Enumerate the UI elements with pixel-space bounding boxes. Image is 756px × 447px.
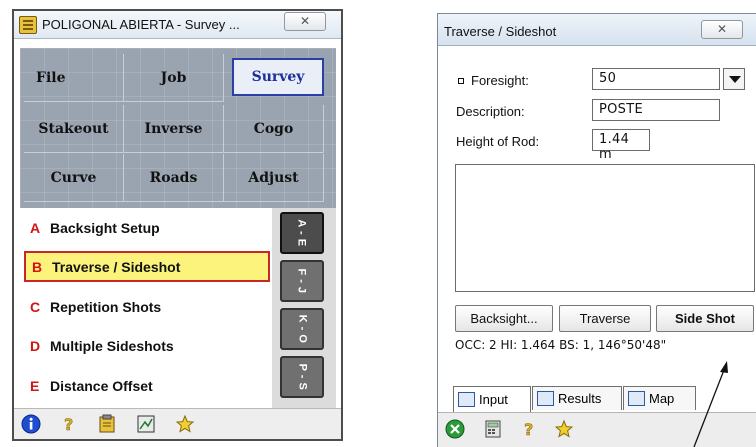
help-icon[interactable]: ? — [59, 414, 79, 434]
list-item-label: Backsight Setup — [50, 219, 160, 236]
tab-map-label: Map — [649, 391, 675, 406]
calculator-icon[interactable] — [483, 419, 503, 439]
traverse-button[interactable]: Traverse — [559, 305, 651, 332]
window-title: Traverse / Sideshot — [444, 24, 557, 39]
menu-curve-button[interactable]: Curve — [24, 154, 124, 202]
list-item-letter: D — [30, 337, 41, 354]
tab-f-j[interactable]: F - J — [280, 260, 324, 302]
tab-a-e[interactable]: A - E — [280, 212, 324, 254]
description-label: Description: — [456, 104, 525, 119]
height-of-rod-label: Height of Rod: — [456, 134, 540, 149]
tab-results-label: Results — [558, 391, 602, 406]
backsight-button[interactable]: Backsight... — [455, 305, 553, 332]
list-item-letter: B — [32, 258, 43, 275]
tab-label: A - E — [296, 219, 308, 247]
map-tab-icon — [628, 391, 645, 406]
menu-roads-button[interactable]: Roads — [124, 154, 224, 202]
clipboard-icon[interactable] — [97, 414, 117, 434]
menu-survey-button[interactable]: Survey — [232, 58, 324, 96]
tab-label: F - J — [296, 268, 308, 294]
ok-icon[interactable] — [445, 419, 465, 439]
tab-results[interactable]: Results — [532, 386, 622, 410]
foresight-label: Foresight: — [471, 73, 529, 88]
list-item-distance-offset[interactable]: E Distance Offset — [24, 370, 270, 401]
list-item-label: Distance Offset — [50, 377, 153, 394]
tab-input[interactable]: Input — [453, 386, 531, 412]
bottom-toolbar: ? — [438, 412, 756, 447]
close-button[interactable]: ✕ — [284, 12, 326, 31]
main-menu-grid: File Job Survey Stakeout Inverse Cogo Cu… — [20, 48, 336, 208]
tab-p-s[interactable]: P - S — [280, 356, 324, 398]
notes-area[interactable] — [455, 164, 755, 292]
window-title: POLIGONAL ABIERTA - Survey ... — [42, 17, 240, 32]
foresight-input[interactable]: 50 — [592, 68, 720, 90]
menu-inverse-button[interactable]: Inverse — [124, 105, 224, 153]
list-item-label: Repetition Shots — [50, 298, 162, 315]
app-icon — [19, 16, 37, 34]
list-item-multiple-sideshots[interactable]: D Multiple Sideshots — [24, 330, 270, 361]
tab-map[interactable]: Map — [623, 386, 696, 410]
help-icon[interactable]: ? — [519, 419, 539, 439]
input-tab-icon — [458, 392, 475, 407]
favorites-icon[interactable] — [175, 414, 195, 434]
menu-job-button[interactable]: Job — [124, 54, 224, 102]
results-tab-icon — [537, 391, 554, 406]
description-input[interactable]: POSTE — [592, 99, 720, 121]
map-icon[interactable] — [136, 414, 156, 434]
foresight-bullet-icon — [458, 78, 464, 84]
list-item-backsight-setup[interactable]: A Backsight Setup — [24, 212, 270, 243]
info-icon[interactable] — [21, 414, 41, 434]
survey-function-list: A Backsight Setup B Traverse / Sideshot … — [20, 208, 272, 408]
bottom-toolbar: ? — [14, 408, 341, 439]
tab-input-label: Input — [479, 392, 508, 407]
svg-text:?: ? — [64, 415, 73, 434]
foresight-dropdown-button[interactable] — [723, 68, 745, 90]
height-of-rod-input[interactable]: 1.44 m — [592, 129, 650, 162]
list-item-label: Traverse / Sideshot — [52, 258, 181, 275]
page-tab-strip: A - E F - J K - O P - S — [272, 208, 336, 408]
tab-label: P - S — [295, 363, 308, 391]
occupied-status-line: OCC: 2 HI: 1.464 BS: 1, 146°50'48" — [455, 338, 667, 352]
list-item-letter: E — [30, 377, 40, 394]
list-item-letter: C — [30, 298, 41, 315]
list-item-letter: A — [30, 219, 41, 236]
main-menu-window: POLIGONAL ABIERTA - Survey ... ✕ File Jo… — [12, 9, 343, 441]
menu-adjust-button[interactable]: Adjust — [224, 154, 324, 202]
favorites-icon[interactable] — [554, 419, 574, 439]
menu-cogo-button[interactable]: Cogo — [224, 105, 324, 153]
menu-stakeout-button[interactable]: Stakeout — [24, 105, 124, 153]
close-button[interactable]: ✕ — [701, 20, 743, 39]
tab-k-o[interactable]: K - O — [280, 308, 324, 350]
list-item-repetition-shots[interactable]: C Repetition Shots — [24, 291, 270, 322]
list-item-label: Multiple Sideshots — [50, 337, 174, 354]
svg-text:?: ? — [524, 420, 533, 439]
menu-file-button[interactable]: File — [24, 54, 124, 102]
tab-label: K - O — [296, 314, 308, 344]
title-bar: Traverse / Sideshot ✕ — [438, 14, 756, 46]
title-bar: POLIGONAL ABIERTA - Survey ... ✕ — [14, 11, 341, 39]
list-item-traverse-sideshot[interactable]: B Traverse / Sideshot — [24, 251, 270, 282]
side-shot-button[interactable]: Side Shot — [656, 305, 754, 332]
